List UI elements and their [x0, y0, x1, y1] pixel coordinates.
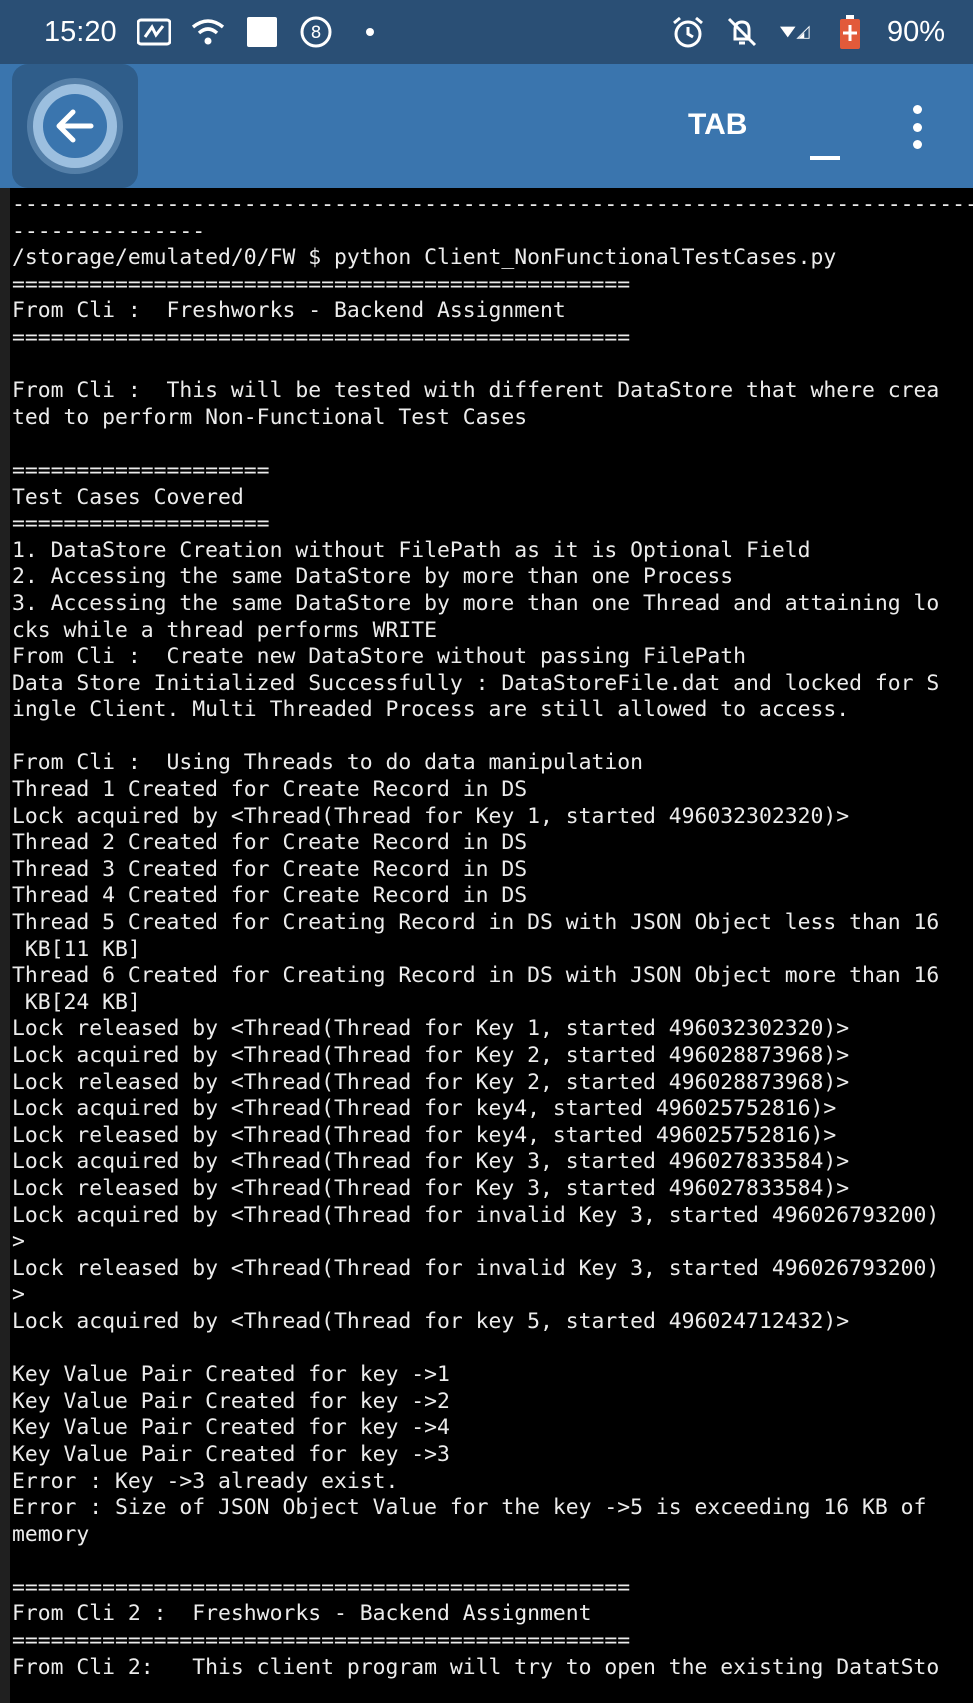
white-square-icon — [245, 15, 279, 49]
svg-text:8: 8 — [310, 23, 321, 43]
terminal-line: ========================================… — [12, 271, 631, 297]
signal-icon — [779, 15, 813, 49]
terminal-line: From Cli : Create new DataStore without … — [12, 644, 747, 670]
terminal-line: memory — [12, 1521, 90, 1547]
mute-icon — [725, 15, 759, 49]
terminal-line: Key Value Pair Created for key ->2 — [12, 1388, 450, 1414]
terminal-line: ========================================… — [12, 1574, 631, 1600]
terminal-line: Thread 4 Created for Create Record in DS — [12, 883, 528, 909]
terminal-line: ==================== — [12, 511, 270, 537]
terminal-line: Lock acquired by <Thread(Thread for Key … — [12, 803, 850, 829]
terminal-line: ----------------------------------------… — [12, 192, 973, 217]
terminal-line: Lock released by <Thread(Thread for key4… — [12, 1122, 837, 1148]
dot-icon — [353, 15, 387, 49]
terminal-line: > — [12, 1229, 25, 1255]
terminal-line: Lock released by <Thread(Thread for Key … — [12, 1016, 850, 1042]
terminal-line: cks while a thread performs WRITE — [12, 617, 437, 643]
terminal-line: Lock acquired by <Thread(Thread for Key … — [12, 1043, 850, 1068]
alarm-icon — [671, 15, 705, 49]
battery-icon — [833, 15, 867, 49]
terminal-line: Error : Key ->3 already exist. — [12, 1468, 399, 1494]
terminal-line: Error : Size of JSON Object Value for th… — [12, 1495, 927, 1521]
terminal-line: Thread 3 Created for Create Record in DS — [12, 856, 528, 882]
terminal-line: Lock released by <Thread(Thread for Key … — [12, 1175, 850, 1201]
battery-percent: 90% — [886, 15, 945, 48]
terminal-output[interactable]: ----------------------------------------… — [0, 188, 973, 1703]
terminal-line: Thread 1 Created for Create Record in DS — [12, 777, 528, 803]
terminal-line: 1. DataStore Creation without FilePath a… — [12, 537, 811, 563]
back-button-circle — [33, 84, 117, 168]
terminal-line: From Cli : Freshworks - Backend Assignme… — [12, 298, 566, 324]
terminal-line: ========================================… — [12, 324, 631, 350]
back-arrow-icon — [43, 94, 107, 158]
notification-8-icon: 8 — [299, 15, 333, 49]
more-options-icon[interactable] — [906, 105, 928, 149]
terminal-line: ted to perform Non-Functional Test Cases — [12, 404, 528, 430]
terminal-line: Thread 5 Created for Creating Record in … — [12, 910, 940, 936]
terminal-line: From Cli : This will be tested with diff… — [12, 378, 940, 404]
wifi-icon — [191, 15, 225, 49]
terminal-line: Lock acquired by <Thread(Thread for key4… — [12, 1096, 837, 1122]
status-bar: 15:20 8 90% — [0, 0, 973, 64]
terminal-line: KB[11 KB] — [12, 936, 141, 962]
terminal-line: --------------- — [12, 218, 206, 244]
terminal-line: Thread 2 Created for Create Record in DS — [12, 830, 528, 856]
terminal-line: ==================== — [12, 457, 270, 483]
terminal-line: ingle Client. Multi Threaded Process are… — [12, 697, 850, 723]
terminal-line: Key Value Pair Created for key ->1 — [12, 1362, 450, 1388]
nfc-icon — [136, 15, 171, 49]
back-button[interactable] — [12, 64, 138, 188]
terminal-line: Lock acquired by <Thread(Thread for Key … — [12, 1149, 850, 1175]
terminal-line: Test Cases Covered — [12, 484, 244, 510]
terminal-line: Lock released by <Thread(Thread for inva… — [12, 1255, 940, 1281]
tab-button[interactable]: TAB — [688, 108, 747, 142]
terminal-line: From Cli 2: This client program will try… — [12, 1654, 940, 1680]
terminal-line: 2. Accessing the same DataStore by more … — [12, 564, 734, 590]
terminal-line: Lock acquired by <Thread(Thread for key … — [12, 1308, 850, 1334]
terminal-line: KB[24 KB] — [12, 989, 141, 1015]
terminal-lines: ----------------------------------------… — [10, 188, 973, 1681]
terminal-line: Lock acquired by <Thread(Thread for inva… — [12, 1202, 940, 1228]
terminal-line: Key Value Pair Created for key ->4 — [12, 1415, 450, 1441]
terminal-line: From Cli 2 : Freshworks - Backend Assign… — [12, 1601, 592, 1627]
status-time: 15:20 — [44, 15, 117, 48]
status-bar-left: 15:20 8 — [44, 15, 387, 49]
terminal-line: ========================================… — [12, 1628, 631, 1654]
terminal-line: Data Store Initialized Successfully : Da… — [12, 670, 940, 696]
terminal-line: > — [12, 1282, 25, 1308]
terminal-line: /storage/emulated/0/FW $ python Client_N… — [12, 245, 837, 271]
terminal-line: 3. Accessing the same DataStore by more … — [12, 590, 940, 616]
terminal-line: Lock released by <Thread(Thread for Key … — [12, 1069, 850, 1095]
minimize-icon[interactable] — [810, 120, 840, 160]
terminal-line: Key Value Pair Created for key ->3 — [12, 1441, 450, 1467]
status-bar-right: 90% — [671, 15, 945, 49]
app-bar: TAB — [0, 64, 973, 188]
terminal-line: From Cli : Using Threads to do data mani… — [12, 750, 644, 776]
terminal-line: Thread 6 Created for Creating Record in … — [12, 963, 940, 989]
